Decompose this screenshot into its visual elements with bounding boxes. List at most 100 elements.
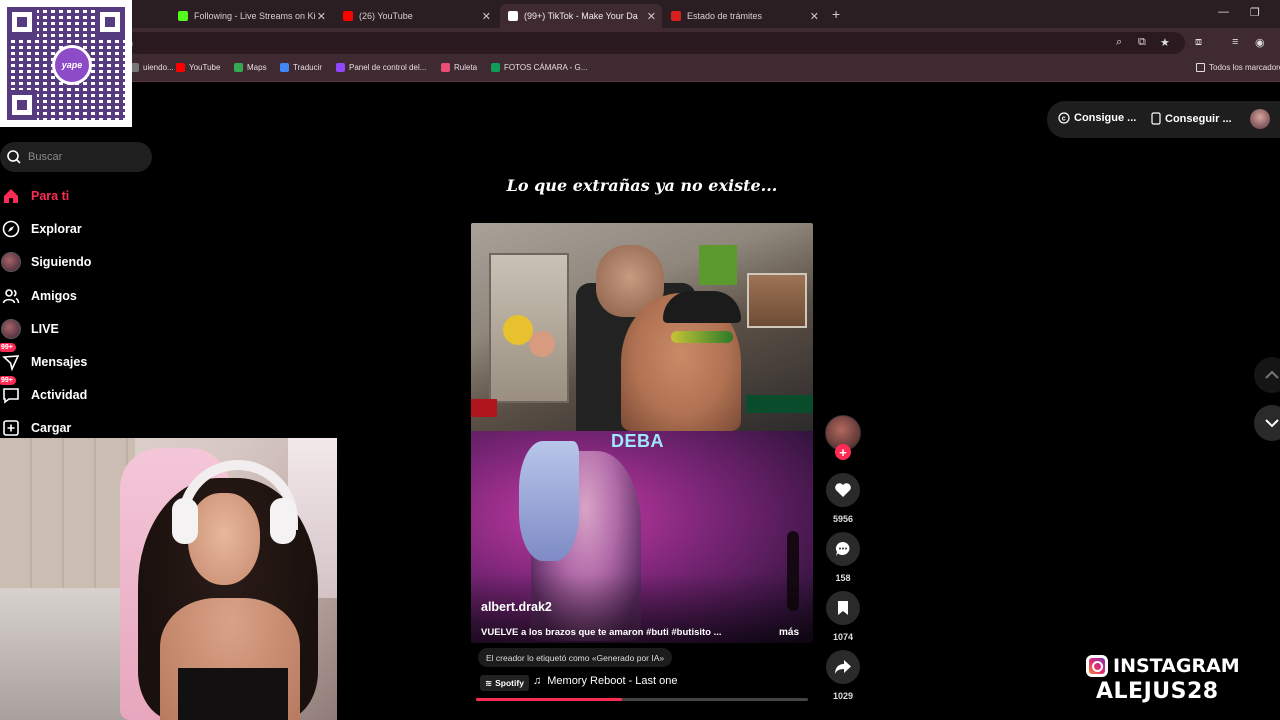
bookmark-label: Panel de control del... [349, 63, 427, 72]
profile-avatar[interactable] [1250, 109, 1270, 129]
activity-icon [2, 386, 20, 404]
bookmark-item[interactable]: Panel de control del... [336, 63, 426, 72]
instagram-overlay: INSTAGRAM ALEJUS28 [1086, 655, 1240, 704]
video-player[interactable]: DEBA albert.drak2 VUELVE a los brazos qu… [471, 223, 813, 643]
qr-finder [7, 7, 37, 37]
extensions-icon[interactable]: ⧈ [1195, 36, 1202, 49]
video-progress-bar[interactable] [476, 698, 808, 701]
browser-tab[interactable]: Following - Live Streams on Kic ✕ [170, 4, 332, 28]
minimize-icon[interactable]: — [1218, 6, 1229, 18]
save-button[interactable] [826, 591, 860, 625]
sidebar-item-actividad[interactable]: 99+ Actividad [0, 376, 87, 408]
bookmark-item[interactable]: uiendo... [130, 63, 174, 72]
qr-finder [95, 7, 125, 37]
next-video-button[interactable] [1254, 405, 1280, 441]
qr-finder [7, 90, 37, 120]
sidebar-item-explorar[interactable]: Explorar [0, 216, 82, 242]
bookmark-item[interactable]: Maps [234, 63, 267, 72]
stream-tag [471, 399, 497, 417]
bookmark-label: uiendo... [143, 63, 174, 72]
live-avatar [1, 319, 21, 339]
cap [663, 291, 741, 323]
tab-label: (99+) TikTok - Make Your Da [524, 11, 638, 21]
bookmark-item[interactable]: Ruleta [441, 63, 477, 72]
messages-icon [2, 353, 20, 371]
spotify-icon: ≋ [485, 677, 493, 688]
share-button[interactable] [826, 650, 860, 684]
save-count: 1074 [832, 632, 854, 642]
close-icon[interactable]: ✕ [647, 10, 656, 23]
bookmark-favicon-icon [176, 63, 185, 72]
zoom-icon[interactable]: ⌕ [1116, 36, 1122, 49]
spotify-label: Spotify [495, 678, 524, 688]
instagram-icon [1086, 655, 1108, 677]
bookmark-label: Ruleta [454, 63, 478, 72]
bookmark-item[interactable]: YouTube [176, 63, 220, 72]
ai-generated-label[interactable]: El creador lo etiquetó como «Generado po… [478, 648, 673, 667]
yape-logo: yape [52, 45, 92, 85]
bookmark-favicon-icon [491, 63, 500, 72]
tab-favicon-icon [178, 11, 188, 21]
close-icon[interactable]: ✕ [482, 10, 491, 23]
search-box[interactable] [0, 142, 152, 172]
tab-favicon-icon [343, 11, 353, 21]
browser-tab[interactable]: (99+) TikTok - Make Your Da ✕ [500, 4, 662, 28]
browser-tab[interactable]: (26) YouTube ✕ [335, 4, 497, 28]
tab-favicon-icon [671, 11, 681, 21]
comment-button[interactable] [826, 532, 860, 566]
svg-text:c: c [1062, 116, 1066, 123]
headset-ear [172, 498, 198, 544]
bookmark-item[interactable]: FOTOS CÁMARA - G... [491, 63, 587, 72]
video-overlay-text: DEBA [611, 431, 665, 451]
restore-icon[interactable]: ❐ [1250, 6, 1260, 19]
spotify-button[interactable]: ≋ Spotify [480, 675, 529, 691]
get-coins-button[interactable]: c Consigue ... [1058, 112, 1136, 124]
wall-picture [747, 273, 807, 328]
get-app-label: Conseguir ... [1165, 112, 1232, 125]
more-button[interactable]: más [779, 627, 799, 638]
install-app-icon[interactable]: ⧉ [1138, 36, 1146, 49]
share-icon [835, 660, 851, 674]
like-button[interactable] [826, 473, 860, 507]
close-icon[interactable]: ✕ [810, 10, 819, 23]
tab-label: Following - Live Streams on Kic [194, 11, 316, 21]
bookmark-label: Traducir [293, 63, 323, 72]
music-track[interactable]: ♫ Memory Reboot - Last one [533, 675, 677, 687]
media-control-icon[interactable]: ≡ [1232, 36, 1238, 48]
instagram-handle: ALEJUS28 [1096, 679, 1219, 704]
get-app-button[interactable]: Conseguir ... [1151, 112, 1232, 125]
browser-tab[interactable]: Estado de trámites ✕ [663, 4, 825, 28]
sidebar-item-siguiendo[interactable]: Siguiendo [0, 249, 91, 275]
bookmark-label: FOTOS CÁMARA - G... [504, 63, 588, 72]
search-icon [7, 150, 21, 164]
omnibox[interactable] [125, 32, 1185, 54]
sidebar-item-mensajes[interactable]: 99+ Mensajes [0, 343, 88, 375]
close-icon[interactable]: ✕ [317, 10, 326, 23]
notification-badge: 99+ [0, 376, 16, 385]
all-bookmarks-folder[interactable]: Todos los marcadores [1196, 63, 1280, 72]
tab-favicon-icon [508, 11, 518, 21]
friends-icon [2, 287, 20, 305]
sunglasses [671, 331, 733, 343]
tab-label: (26) YouTube [359, 11, 413, 21]
sidebar-item-label: Explorar [31, 222, 82, 236]
sidebar-item-label: Amigos [31, 289, 77, 303]
sidebar-item-amigos[interactable]: Amigos [0, 283, 77, 309]
bookmark-label: Maps [247, 63, 267, 72]
sidebar-item-label: Mensajes [31, 355, 88, 369]
author-name[interactable]: albert.drak2 [481, 600, 552, 614]
new-tab-button[interactable]: + [832, 6, 840, 22]
headset-ear [270, 498, 296, 544]
bookmark-star-icon[interactable]: ★ [1160, 36, 1170, 49]
profile-icon[interactable]: ◉ [1255, 36, 1265, 49]
qr-pattern: yape [7, 7, 125, 120]
follow-button[interactable]: + [835, 444, 851, 460]
sidebar-item-live[interactable]: LIVE [0, 316, 59, 342]
search-input[interactable] [28, 151, 138, 163]
compass-icon [2, 220, 20, 238]
phone-icon [1151, 112, 1161, 125]
previous-video-button[interactable] [1254, 357, 1280, 393]
video-title-overlay: Lo que extrañas ya no existe... [506, 176, 778, 195]
bookmark-item[interactable]: Traducir [280, 63, 322, 72]
sidebar-item-para-ti[interactable]: Para ti [0, 183, 69, 209]
